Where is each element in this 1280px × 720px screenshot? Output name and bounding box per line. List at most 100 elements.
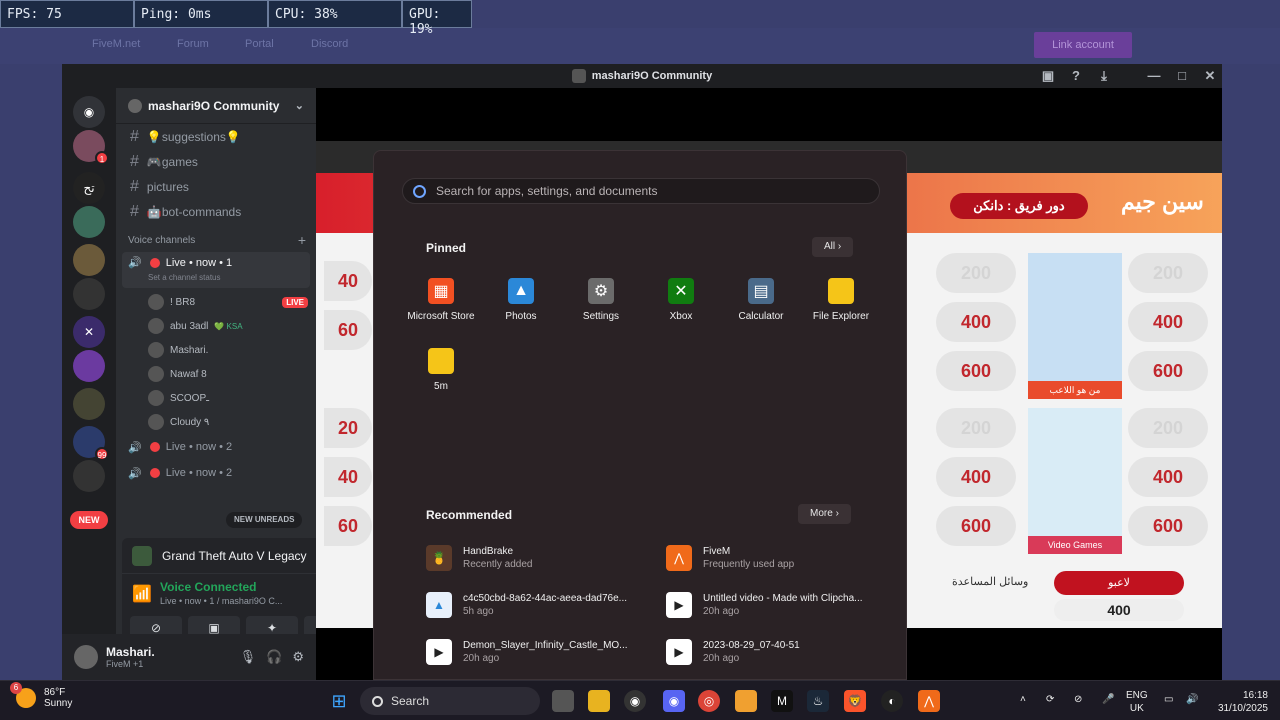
fivem-icon[interactable]: ⋀ xyxy=(918,690,940,712)
recommended-item[interactable]: ⋀ FiveM Frequently used app xyxy=(666,545,794,571)
recommended-item[interactable]: ▶ Demon_Slayer_Infinity_Castle_MO... 20h a… xyxy=(426,639,628,665)
weather-widget[interactable]: 6 86°F Sunny xyxy=(10,682,72,709)
pinned-app-file-explorer[interactable]: File Explorer xyxy=(801,278,881,322)
download-icon[interactable]: ⤓ xyxy=(1090,68,1118,84)
clock[interactable]: 16:18 31/10/2025 xyxy=(1212,689,1268,715)
all-apps-button[interactable]: All › xyxy=(812,237,854,257)
guild-icon[interactable] xyxy=(73,244,105,276)
pinned-app-microsoft-store[interactable]: ▦ Microsoft Store xyxy=(401,278,481,322)
voice-channel-live[interactable]: 🔊 Live • now • 2 xyxy=(116,434,316,460)
pinned-folder-5m[interactable]: 5m xyxy=(401,348,481,392)
question-tile[interactable]: 400 xyxy=(1128,457,1208,497)
pinned-app-photos[interactable]: ▲ Photos xyxy=(481,278,561,322)
chevron-up-icon[interactable]: ˄ xyxy=(1020,693,1026,706)
channel-pictures[interactable]: # pictures xyxy=(116,174,316,199)
home-discord-icon[interactable]: ◉ xyxy=(73,96,105,128)
question-tile[interactable]: 400 xyxy=(1128,302,1208,342)
score-stepper[interactable]: 400 xyxy=(1054,599,1184,621)
question-tile[interactable]: 40 xyxy=(324,261,372,301)
epic-icon[interactable]: M xyxy=(771,690,793,712)
guild-icon[interactable]: ✕ xyxy=(73,316,105,348)
new-pill[interactable]: NEW xyxy=(70,511,108,529)
recommended-item[interactable]: 🍍 HandBrake Recently added xyxy=(426,545,533,571)
guild-icon[interactable] xyxy=(73,388,105,420)
voice-channel-live[interactable]: 🔊 Live • now • 1 Set a channel status xyxy=(122,252,310,288)
question-tile[interactable]: 600 xyxy=(936,351,1016,391)
question-tile[interactable]: 200 xyxy=(936,253,1016,293)
avatar[interactable] xyxy=(74,645,98,669)
question-tile[interactable]: 60 xyxy=(324,506,372,546)
recommended-item[interactable]: ▶ 2023-08-29_07-40-51 20h ago xyxy=(666,639,800,665)
language-indicator[interactable]: ENG UK xyxy=(1126,689,1148,715)
voice-member[interactable]: SCOOPـ xyxy=(116,386,316,410)
task-view-icon[interactable] xyxy=(552,690,574,712)
voice-member[interactable]: ! BR8 LIVE xyxy=(116,290,316,314)
guild-folder-icon[interactable]: 99 xyxy=(73,426,109,461)
close-icon[interactable]: ✕ xyxy=(1196,68,1222,84)
taskbar-search[interactable]: Search xyxy=(360,687,540,715)
headphones-icon[interactable]: 🎧 xyxy=(266,649,282,665)
link-account-button[interactable]: Link account xyxy=(1034,32,1132,58)
gear-icon[interactable]: ⚙ xyxy=(292,649,304,665)
add-channel-icon[interactable]: + xyxy=(298,232,306,248)
question-tile[interactable]: 600 xyxy=(936,506,1016,546)
app-icon[interactable]: ◐ xyxy=(881,690,903,712)
question-tile[interactable]: 600 xyxy=(1128,351,1208,391)
minimize-icon[interactable]: — xyxy=(1140,68,1168,84)
obs-icon[interactable]: ◉ xyxy=(624,690,646,712)
network-off-icon[interactable]: ⊘ xyxy=(1074,693,1082,706)
file-explorer-icon[interactable] xyxy=(588,690,610,712)
portal-link[interactable]: Portal xyxy=(245,38,274,50)
channel-games[interactable]: # 🎮games xyxy=(116,149,316,174)
player-button[interactable]: لاعبو xyxy=(1054,571,1184,595)
start-search-input[interactable]: Search for apps, settings, and documents xyxy=(402,178,880,204)
question-tile[interactable]: 600 xyxy=(1128,506,1208,546)
voice-channel-live[interactable]: 🔊 Live • now • 2 xyxy=(116,460,316,486)
voice-member[interactable]: Cloudy ٩ xyxy=(116,410,316,434)
volume-icon[interactable]: 🔊 xyxy=(1186,693,1198,706)
guild-icon[interactable] xyxy=(73,460,105,492)
help-icon[interactable]: ? xyxy=(1062,68,1090,84)
pinned-app-xbox[interactable]: ✕ Xbox xyxy=(641,278,721,322)
voice-member[interactable]: abu 3adl 💚 KSA xyxy=(116,314,316,338)
question-tile[interactable]: 400 xyxy=(936,302,1016,342)
channel-suggestions[interactable]: # 💡suggestions💡 xyxy=(116,124,316,149)
guild-icon[interactable] xyxy=(73,350,105,382)
guild-icon[interactable] xyxy=(73,278,105,310)
server-header[interactable]: mashari9O Community ⌄ xyxy=(116,88,316,124)
question-tile[interactable]: 40 xyxy=(324,457,372,497)
guild-icon[interactable]: 1 xyxy=(73,130,109,165)
chrome-icon[interactable]: ◎ xyxy=(698,690,720,712)
fivem-link[interactable]: FiveM.net xyxy=(92,38,140,50)
voice-member[interactable]: Nawaf 8 xyxy=(116,362,316,386)
steam-icon[interactable]: ♨ xyxy=(807,690,829,712)
guild-icon[interactable] xyxy=(73,206,105,238)
question-tile[interactable]: 200 xyxy=(1128,253,1208,293)
more-button[interactable]: More › xyxy=(798,504,851,524)
question-tile[interactable]: 20 xyxy=(324,408,372,448)
monitor-icon[interactable]: ▭ xyxy=(1164,693,1173,706)
voice-member[interactable]: Mashari. xyxy=(116,338,316,362)
question-tile[interactable]: 400 xyxy=(936,457,1016,497)
question-tile[interactable]: 200 xyxy=(936,408,1016,448)
sync-icon[interactable]: ⟳ xyxy=(1046,693,1054,706)
pinned-app-settings[interactable]: ⚙ Settings xyxy=(561,278,641,322)
channel-bot-commands[interactable]: # 🤖bot-commands xyxy=(116,199,316,224)
inbox-icon[interactable]: ▣ xyxy=(1034,68,1062,84)
microphone-icon[interactable]: 🎙 xyxy=(240,649,257,665)
pinned-app-calculator[interactable]: ▤ Calculator xyxy=(721,278,801,322)
guild-icon[interactable]: تح xyxy=(73,172,105,204)
app-icon[interactable] xyxy=(735,690,757,712)
voice-category[interactable]: Voice channels + xyxy=(116,230,316,250)
new-unreads-pill[interactable]: NEW UNREADS xyxy=(226,512,303,528)
channel-status[interactable]: Set a channel status xyxy=(128,273,304,282)
forum-link[interactable]: Forum xyxy=(177,38,209,50)
microphone-icon[interactable]: 🎤 xyxy=(1102,693,1114,706)
recommended-item[interactable]: ▶ Untitled video - Made with Clipcha... 20… xyxy=(666,592,863,618)
question-tile[interactable]: 200 xyxy=(1128,408,1208,448)
maximize-icon[interactable]: □ xyxy=(1168,68,1196,84)
windows-start-icon[interactable]: ⊞ xyxy=(328,690,350,712)
brave-icon[interactable]: 🦁 xyxy=(844,690,866,712)
discord-link[interactable]: Discord xyxy=(311,38,348,50)
discord-icon[interactable]: ◉ xyxy=(663,690,685,712)
